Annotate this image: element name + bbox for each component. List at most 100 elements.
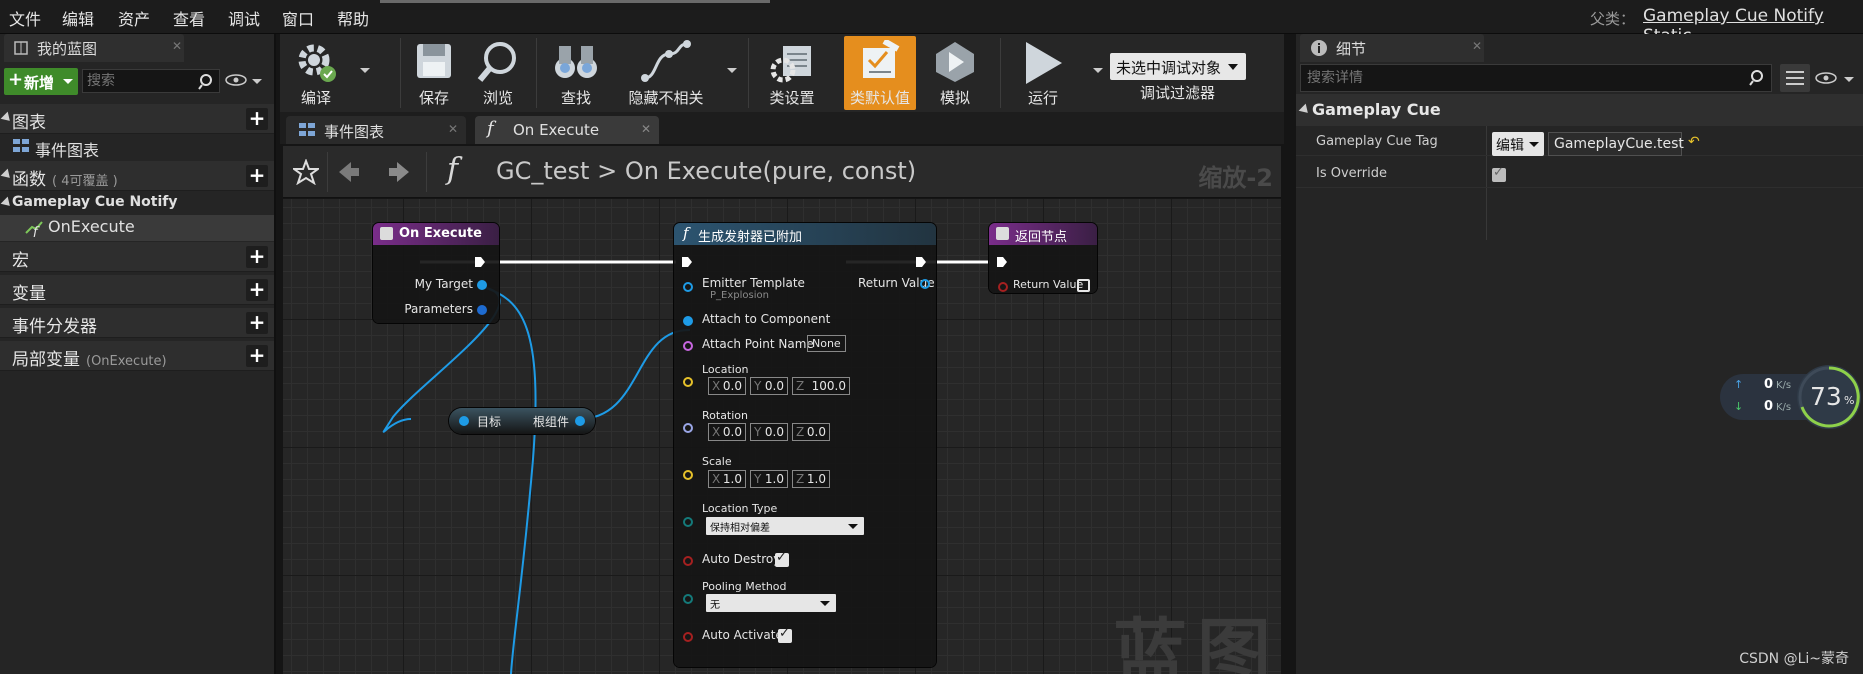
close-icon[interactable]: ✕ bbox=[448, 122, 458, 136]
list-item-on-execute[interactable]: f OnExecute bbox=[0, 215, 274, 241]
scale-x-field[interactable]: X 1.0 bbox=[708, 470, 746, 488]
breadcrumb-function[interactable]: On Execute(pure, const) bbox=[625, 157, 916, 185]
pin-location-type[interactable] bbox=[683, 517, 693, 527]
add-local-variable-button[interactable]: + bbox=[246, 345, 268, 367]
save-button[interactable]: 保存 bbox=[404, 36, 464, 110]
pin-pooling-method[interactable] bbox=[683, 594, 693, 604]
view-options-button[interactable] bbox=[1780, 64, 1810, 92]
add-macro-button[interactable]: + bbox=[246, 246, 268, 268]
close-icon[interactable]: ✕ bbox=[1472, 39, 1482, 53]
section-functions[interactable]: 函数 ( 4可覆盖 ) + bbox=[0, 161, 274, 191]
exec-in-pin[interactable] bbox=[995, 255, 1009, 269]
hide-unrelated-chevron-icon[interactable] bbox=[727, 68, 737, 73]
location-y-field[interactable]: Y 0.0 bbox=[750, 377, 788, 395]
search-icon[interactable] bbox=[198, 73, 216, 91]
menu-edit[interactable]: 编辑 bbox=[62, 6, 94, 30]
menu-view[interactable]: 查看 bbox=[173, 6, 205, 30]
pin-return-value[interactable] bbox=[998, 282, 1008, 292]
close-icon[interactable]: ✕ bbox=[172, 39, 182, 53]
emitter-template-value[interactable]: P_Explosion bbox=[710, 290, 769, 301]
add-graph-button[interactable]: + bbox=[246, 108, 268, 130]
menu-file[interactable]: 文件 bbox=[9, 6, 41, 30]
return-node[interactable]: 返回节点 Return Value bbox=[989, 223, 1097, 293]
add-event-dispatcher-button[interactable]: + bbox=[246, 312, 268, 334]
close-icon[interactable]: ✕ bbox=[641, 122, 651, 136]
simulate-button[interactable]: 模拟 bbox=[922, 36, 988, 110]
pin-auto-activate[interactable] bbox=[683, 632, 693, 642]
attach-point-name-input[interactable]: None bbox=[807, 335, 846, 352]
details-tab[interactable]: 细节 ✕ bbox=[1300, 34, 1484, 62]
return-value-checkbox[interactable] bbox=[1077, 279, 1090, 292]
forward-arrow-icon[interactable] bbox=[387, 160, 411, 184]
top-scrollbar[interactable] bbox=[380, 0, 770, 3]
compile-button[interactable]: 编译 bbox=[286, 36, 346, 110]
pin-rotation[interactable] bbox=[683, 423, 693, 433]
reset-to-default-icon[interactable]: ↶ bbox=[1688, 134, 1700, 150]
section-event-dispatchers[interactable]: 事件分发器 + bbox=[0, 308, 274, 338]
auto-activate-checkbox[interactable]: ✓ bbox=[778, 626, 792, 643]
menu-assets[interactable]: 资产 bbox=[118, 6, 150, 30]
location-type-dropdown[interactable]: 保持相对偏差 bbox=[706, 517, 864, 535]
network-speed-widget[interactable]: ↑ ↓ 0 K/s 0 K/s 73 % bbox=[1720, 362, 1863, 432]
menu-debug[interactable]: 调试 bbox=[228, 6, 260, 30]
rotation-x-field[interactable]: X 0.0 bbox=[708, 423, 746, 441]
my-blueprint-tab[interactable]: 我的蓝图 ✕ bbox=[4, 34, 184, 62]
debug-object-dropdown[interactable]: 未选中调试对象 bbox=[1110, 53, 1246, 80]
eye-icon[interactable] bbox=[1814, 70, 1838, 86]
location-x-field[interactable]: X 0.0 bbox=[708, 377, 746, 395]
pin-location[interactable] bbox=[683, 377, 693, 387]
category-gameplay-cue[interactable]: Gameplay Cue bbox=[1296, 94, 1863, 126]
pin-scale[interactable] bbox=[683, 470, 693, 480]
section-variables[interactable]: 变量 + bbox=[0, 275, 274, 305]
tab-event-graph[interactable]: 事件图表 ✕ bbox=[286, 116, 466, 144]
is-override-checkbox[interactable]: ✓ bbox=[1492, 165, 1506, 182]
details-search-input[interactable] bbox=[1301, 65, 1771, 91]
tag-edit-dropdown[interactable]: 编辑 bbox=[1492, 132, 1544, 156]
category-gameplay-cue-notify[interactable]: Gameplay Cue Notify bbox=[0, 192, 274, 214]
find-button[interactable]: 查找 bbox=[546, 36, 606, 110]
run-button[interactable]: 运行 bbox=[1010, 36, 1076, 110]
add-function-button[interactable]: + bbox=[246, 165, 268, 187]
compile-options-chevron-icon[interactable] bbox=[360, 68, 370, 73]
chevron-down-icon[interactable] bbox=[1844, 77, 1854, 82]
scale-z-field[interactable]: Z 1.0 bbox=[792, 470, 830, 488]
pin-attach-point-name[interactable] bbox=[683, 341, 693, 351]
pin-attach-to-component[interactable] bbox=[683, 316, 693, 326]
section-local-variables[interactable]: 局部变量 (OnExecute) + bbox=[0, 341, 274, 371]
exec-in-pin[interactable] bbox=[680, 255, 694, 269]
chevron-down-icon[interactable] bbox=[252, 79, 262, 84]
add-new-button[interactable]: + 新增 bbox=[4, 68, 78, 95]
hide-unrelated-button[interactable]: 隐藏不相关 bbox=[620, 36, 712, 110]
pin-return-value[interactable] bbox=[920, 279, 930, 289]
pooling-method-dropdown[interactable]: 无 bbox=[706, 594, 836, 612]
location-z-field[interactable]: Z 100.0 bbox=[792, 377, 850, 395]
class-defaults-button[interactable]: 类默认值 bbox=[844, 36, 916, 110]
run-options-chevron-icon[interactable] bbox=[1093, 68, 1103, 73]
pin-my-target[interactable] bbox=[477, 280, 487, 290]
breadcrumb-blueprint[interactable]: GC_test bbox=[496, 157, 589, 185]
browse-button[interactable]: 浏览 bbox=[468, 36, 528, 110]
back-arrow-icon[interactable] bbox=[337, 160, 361, 184]
rotation-z-field[interactable]: Z 0.0 bbox=[792, 423, 830, 441]
get-root-component-node[interactable]: 目标 根组件 bbox=[449, 408, 595, 434]
add-variable-button[interactable]: + bbox=[246, 279, 268, 301]
pin-parameters[interactable] bbox=[477, 305, 487, 315]
scale-y-field[interactable]: Y 1.0 bbox=[750, 470, 788, 488]
list-item-event-graph[interactable]: 事件图表 bbox=[0, 134, 274, 160]
collapse-triangle-icon[interactable] bbox=[1298, 103, 1312, 117]
class-settings-button[interactable]: 类设置 bbox=[758, 36, 826, 110]
rotation-y-field[interactable]: Y 0.0 bbox=[750, 423, 788, 441]
star-icon[interactable] bbox=[293, 159, 319, 185]
pin-emitter-template[interactable] bbox=[683, 282, 693, 292]
search-icon[interactable] bbox=[1749, 69, 1767, 87]
tab-on-execute[interactable]: f On Execute ✕ bbox=[475, 116, 659, 144]
exec-out-pin[interactable] bbox=[473, 255, 487, 269]
menu-help[interactable]: 帮助 bbox=[337, 6, 369, 30]
exec-out-pin[interactable] bbox=[914, 255, 928, 269]
on-execute-entry-node[interactable]: On Execute My Target Parameters bbox=[373, 223, 499, 323]
eye-icon[interactable] bbox=[224, 72, 248, 88]
graph-canvas[interactable]: 蓝图 On Execute My Target Parameters 目标 根组… bbox=[283, 199, 1281, 674]
pin-target[interactable] bbox=[459, 416, 469, 426]
section-macros[interactable]: 宏 + bbox=[0, 242, 274, 272]
pin-auto-destroy[interactable] bbox=[683, 556, 693, 566]
